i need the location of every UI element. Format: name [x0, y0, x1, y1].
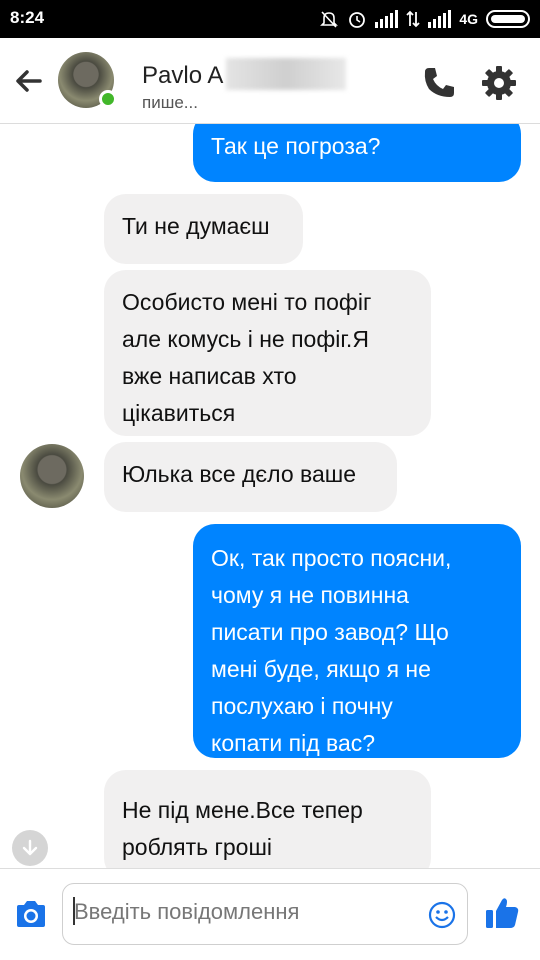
status-bar: 8:24 4G — [0, 0, 540, 38]
camera-icon[interactable] — [14, 899, 48, 929]
data-icon — [406, 10, 420, 28]
alarm-icon — [349, 12, 366, 28]
signal-icon — [428, 10, 452, 28]
typing-status: пише... — [142, 93, 198, 112]
mute-icon — [320, 11, 339, 28]
back-arrow-icon[interactable] — [14, 66, 44, 96]
gear-icon[interactable] — [480, 64, 518, 102]
message-text: Особисто мені то пофіг але комусь і не п… — [122, 289, 372, 426]
network-type: 4G — [459, 11, 478, 27]
online-indicator — [99, 90, 117, 108]
status-time: 8:24 — [10, 8, 45, 27]
message-text: Так це погроза? — [211, 133, 381, 159]
phone-icon[interactable] — [420, 64, 458, 102]
status-icons: 4G — [319, 7, 530, 31]
emoji-icon[interactable] — [428, 901, 456, 929]
message-text: Юлька все дєло ваше — [122, 461, 357, 487]
message-bubble-incoming[interactable]: Не під мене.Все тепер роблять гроші — [104, 770, 431, 868]
message-input-placeholder: Введіть повідомлення — [74, 899, 300, 924]
message-bubble-outgoing[interactable]: Ок, так просто поясни, чому я не повинна… — [193, 524, 521, 758]
arrow-down-icon — [22, 839, 38, 856]
message-text: Ти не думаєш — [122, 213, 270, 239]
message-text: Не під мене.Все тепер роблять гроші — [122, 797, 363, 860]
message-bubble-outgoing[interactable]: Так це погроза? — [193, 124, 521, 182]
message-list[interactable]: Так це погроза? Ти не думаєш Особисто ме… — [0, 124, 540, 868]
thumbs-up-icon[interactable] — [484, 896, 520, 930]
message-bubble-incoming[interactable]: Ти не думаєш — [104, 194, 303, 264]
message-text: Ок, так просто поясни, чому я не повинна… — [211, 545, 452, 756]
redacted-surname — [226, 58, 346, 90]
signal-icon — [375, 10, 399, 28]
conversation-header: Pavlo A пише... — [0, 38, 540, 124]
scroll-down-button[interactable] — [12, 830, 48, 866]
message-bubble-incoming[interactable]: Юлька все дєло ваше — [104, 442, 397, 512]
battery-icon — [486, 10, 530, 28]
sender-avatar[interactable] — [20, 444, 84, 508]
message-bubble-incoming[interactable]: Особисто мені то пофіг але комусь і не п… — [104, 270, 431, 436]
contact-name[interactable]: Pavlo A — [142, 62, 223, 90]
composer-bar: Введіть повідомлення — [0, 868, 540, 960]
